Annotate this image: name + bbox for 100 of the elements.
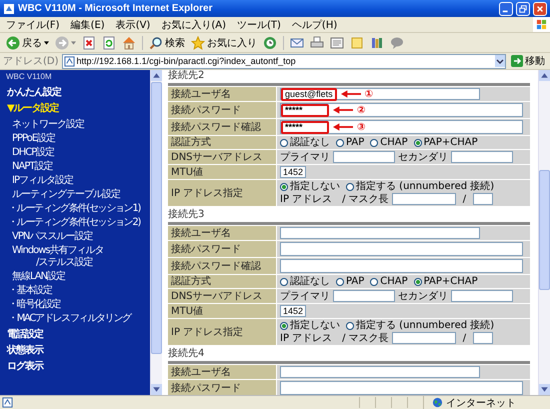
- minimize-button[interactable]: [499, 2, 513, 16]
- radio-button[interactable]: [280, 182, 288, 190]
- radio-option[interactable]: 指定する (unnumbered 接続): [346, 181, 494, 192]
- back-icon: [6, 36, 20, 50]
- radio-button[interactable]: [414, 138, 422, 146]
- radio-button[interactable]: [336, 278, 344, 286]
- radio-button[interactable]: [280, 278, 288, 286]
- annotation-number: ②: [357, 104, 366, 116]
- favorites-button[interactable]: お気に入り: [189, 34, 259, 51]
- field-label: IP アドレス指定: [168, 180, 276, 206]
- sidebar-link[interactable]: Windows共有フィルタ /ステルス設定: [0, 244, 150, 270]
- input-field[interactable]: [280, 227, 480, 239]
- sidebar-link[interactable]: 状態表示: [0, 344, 150, 358]
- menu-item[interactable]: 表示(V): [116, 18, 150, 32]
- sidebar-link[interactable]: 電話設定: [0, 328, 150, 342]
- radio-button[interactable]: [346, 182, 354, 190]
- dns-label: セカンダリ: [398, 152, 448, 162]
- zone-text: インターネット: [446, 396, 516, 409]
- radio-button[interactable]: [280, 322, 288, 330]
- scroll-up-icon[interactable]: [151, 70, 162, 81]
- radio-option[interactable]: PAP+CHAP: [414, 276, 478, 287]
- sidebar-link[interactable]: かんたん設定: [0, 86, 150, 100]
- input-field[interactable]: [451, 290, 513, 302]
- sidebar-link[interactable]: ルーティングテーブル設定: [0, 188, 150, 202]
- back-button[interactable]: 戻る: [4, 34, 51, 51]
- sidebar-link[interactable]: ・基本設定: [0, 284, 150, 298]
- scroll-down-icon[interactable]: [539, 384, 550, 395]
- radio-option[interactable]: PAP: [336, 137, 364, 148]
- close-icon: [536, 4, 544, 12]
- radio-button[interactable]: [346, 322, 354, 330]
- radio-option[interactable]: 認証なし: [280, 276, 330, 287]
- sidebar-link[interactable]: ・ルーティング条件(セッション1): [0, 202, 150, 216]
- menu-item[interactable]: お気に入り(A): [161, 18, 226, 32]
- sidebar-link[interactable]: 無線LAN設定: [0, 270, 150, 284]
- go-button[interactable]: 移動: [509, 54, 547, 68]
- address-field[interactable]: http://192.168.1.1/cgi-bin/paractl.cgi?index_autontf_top: [62, 54, 506, 68]
- radio-option[interactable]: CHAP: [370, 137, 408, 148]
- input-field[interactable]: ***** ③: [280, 120, 523, 134]
- scroll-up-icon[interactable]: [539, 70, 550, 81]
- arrow-icon: [340, 90, 361, 98]
- sidebar-link[interactable]: DHCP設定: [0, 146, 150, 160]
- input-field[interactable]: guest@flets ①: [280, 88, 480, 100]
- field-label: DNSサーバアドレス: [168, 289, 276, 303]
- history-button[interactable]: [261, 34, 279, 51]
- radio-button[interactable]: [370, 138, 378, 146]
- home-icon: [122, 36, 136, 50]
- input-field[interactable]: [392, 193, 456, 205]
- scrollbar[interactable]: [150, 70, 162, 395]
- menu-item[interactable]: ファイル(F): [6, 18, 60, 32]
- field-label: 認証方式: [168, 275, 276, 288]
- menu-item[interactable]: 編集(E): [70, 18, 105, 32]
- radio-option[interactable]: PAP: [336, 276, 364, 287]
- close-button[interactable]: [533, 2, 547, 16]
- radio-option[interactable]: 指定する (unnumbered 接続): [346, 320, 494, 331]
- search-button[interactable]: 検索: [147, 34, 187, 51]
- radio-option[interactable]: 認証なし: [280, 137, 330, 148]
- radio-option[interactable]: 指定しない: [280, 320, 340, 331]
- sidebar-link[interactable]: PPPoE設定: [0, 132, 150, 146]
- sidebar-link[interactable]: IPフィルタ設定: [0, 174, 150, 188]
- field-label: 接続パスワード確認: [168, 119, 276, 135]
- input-field[interactable]: [473, 193, 494, 205]
- sidebar-link[interactable]: ・ルーティング条件(セッション2): [0, 216, 150, 230]
- scrollbar[interactable]: [538, 70, 550, 395]
- star-icon: [191, 36, 205, 50]
- radio-button[interactable]: [414, 278, 422, 286]
- radio-option[interactable]: PAP+CHAP: [414, 137, 478, 148]
- sidebar-link[interactable]: ・暗号化設定: [0, 298, 150, 312]
- sidebar-link[interactable]: NAPT設定: [0, 160, 150, 174]
- input-field[interactable]: [333, 290, 395, 302]
- radio-button[interactable]: [336, 138, 344, 146]
- section-title: 接続先2: [168, 70, 206, 83]
- sidebar-link[interactable]: ネットワーク設定: [0, 118, 150, 132]
- input-field[interactable]: [280, 242, 523, 256]
- restore-button[interactable]: [516, 2, 530, 16]
- input-field[interactable]: [333, 151, 395, 163]
- sidebar-link[interactable]: VPNパススルー設定: [0, 230, 150, 244]
- radio-button[interactable]: [370, 278, 378, 286]
- input-field[interactable]: [280, 366, 480, 378]
- dns-label: プライマリ: [280, 152, 330, 162]
- input-field[interactable]: [451, 151, 513, 163]
- annotation-number: ①: [364, 88, 374, 100]
- sidebar-link[interactable]: ログ表示: [0, 360, 150, 374]
- sidebar-link[interactable]: ▼ルータ設定: [0, 102, 150, 116]
- input-field[interactable]: [392, 332, 456, 344]
- menu-item[interactable]: ヘルプ(H): [292, 18, 338, 32]
- sidebar-link[interactable]: ・MACアドレスフィルタリング: [0, 312, 150, 326]
- arrow-icon: [333, 123, 353, 131]
- input-field[interactable]: ***** ②: [280, 103, 523, 117]
- menu-item[interactable]: ツール(T): [237, 18, 281, 32]
- stop-icon: [82, 36, 96, 50]
- refresh-icon: [102, 36, 116, 50]
- radio-option[interactable]: 指定しない: [280, 181, 340, 192]
- radio-button[interactable]: [280, 138, 288, 146]
- input-field[interactable]: [280, 259, 523, 273]
- section-title: 接続先4: [168, 347, 206, 361]
- go-arrow-icon: [511, 55, 523, 67]
- scroll-down-icon[interactable]: [151, 384, 162, 395]
- printer-icon: [310, 36, 324, 50]
- radio-option[interactable]: CHAP: [370, 276, 408, 287]
- input-field[interactable]: [473, 332, 494, 344]
